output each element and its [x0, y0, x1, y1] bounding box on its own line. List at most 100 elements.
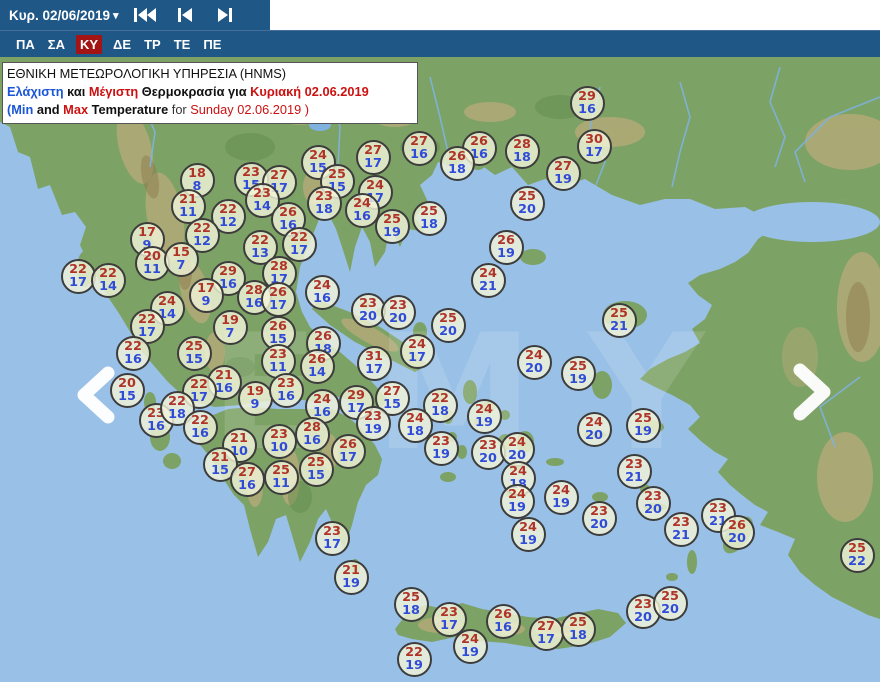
station-bubble: 25 18: [411, 200, 447, 236]
min-temp: 16: [410, 147, 428, 162]
station-bubble: 23 17: [314, 520, 350, 556]
min-temp: 20: [439, 324, 457, 339]
day-tab-ΠΑ[interactable]: ΠΑ: [14, 35, 37, 54]
station-bubble: 24 19: [499, 483, 535, 519]
days-bar: ΠΑ ΣΑ ΚΥ ΔΕ ΤΡ ΤΕ ΠΕ: [0, 30, 880, 57]
min-temp: 21: [479, 279, 497, 294]
day-tab-ΔΕ[interactable]: ΔΕ: [111, 35, 133, 54]
prev-day-arrow[interactable]: [74, 366, 118, 424]
station-bubble: 22 17: [281, 226, 317, 262]
min-temp: 12: [219, 215, 237, 230]
min-temp: 20: [585, 428, 603, 443]
min-temp: 20: [359, 309, 377, 324]
toolbar: Κυρ. 02/06/2019 ▾: [0, 0, 880, 31]
station-bubble: 28 16: [294, 416, 330, 452]
station-bubble: 23 21: [663, 511, 699, 547]
step-back-button[interactable]: [165, 2, 205, 28]
min-temp: 18: [315, 202, 333, 217]
min-temp: 20: [661, 602, 679, 617]
day-tab-ΣΑ[interactable]: ΣΑ: [46, 35, 67, 54]
min-temp: 16: [215, 381, 233, 396]
info-text-segment: Κυριακή 02.06.2019: [250, 84, 369, 99]
day-tab-ΠΕ[interactable]: ΠΕ: [201, 35, 223, 54]
station-bubble: 19 7: [212, 309, 248, 345]
min-temp: 19: [432, 447, 450, 462]
min-temp: 17: [339, 450, 357, 465]
min-temp: 17: [408, 350, 426, 365]
min-temp: 16: [191, 426, 209, 441]
min-temp: 22: [848, 554, 866, 569]
min-temp: 16: [313, 291, 331, 306]
station-bubble: 25 18: [560, 611, 596, 647]
min-temp: 18: [402, 603, 420, 618]
min-temp: 19: [364, 422, 382, 437]
station-bubble: 28 18: [504, 133, 540, 169]
min-temp: 21: [610, 319, 628, 334]
info-text-segment: Sunday 02.06.2019 ): [190, 102, 310, 117]
info-text-segment: Μέγιστη: [88, 84, 139, 99]
station-bubble: 30 17: [576, 128, 612, 164]
station-bubble: 2618: [439, 145, 475, 181]
date-dropdown-button[interactable]: Κυρ. 02/06/2019 ▾: [0, 0, 125, 30]
station-bubble: 24 21: [470, 262, 506, 298]
min-temp: 20: [389, 311, 407, 326]
toolbar-panel: Κυρ. 02/06/2019 ▾: [0, 0, 270, 31]
station-bubble: 24 20: [516, 344, 552, 380]
station-bubble: 26 17: [330, 433, 366, 469]
min-temp: 19: [552, 496, 570, 511]
min-temp: 18: [569, 628, 587, 643]
station-bubble: 24 19: [543, 479, 579, 515]
min-temp: 18: [448, 162, 466, 177]
station-bubble: 25 20: [509, 185, 545, 221]
skip-first-button[interactable]: [125, 2, 165, 28]
min-temp: 19: [405, 658, 423, 673]
station-bubble: 22 19: [396, 641, 432, 677]
min-temp: 16: [147, 419, 165, 434]
min-temp: 17: [440, 618, 458, 633]
min-temp: 20: [479, 451, 497, 466]
min-temp: 10: [270, 440, 288, 455]
min-temp: 17: [537, 632, 555, 647]
next-day-arrow[interactable]: [790, 363, 834, 421]
min-temp: 20: [728, 531, 746, 546]
station-bubble: 21 19: [333, 559, 369, 595]
station-bubble: 25 15: [176, 335, 212, 371]
info-text-segment: Temperature: [88, 102, 169, 117]
day-tab-ΤΡ[interactable]: ΤΡ: [142, 35, 163, 54]
min-temp: 21: [625, 470, 643, 485]
min-temp: 14: [308, 365, 326, 380]
title-english: (Min and Max Temperature for Sunday 02.0…: [7, 101, 412, 119]
min-temp: 17: [323, 537, 341, 552]
station-bubble: 26 14: [299, 348, 335, 384]
chevron-down-icon: ▾: [113, 9, 119, 22]
min-temp: 9: [250, 397, 260, 412]
station-bubble: 25 11: [263, 459, 299, 495]
info-text-segment: Ελάχιστη: [7, 84, 64, 99]
min-temp: 19: [461, 645, 479, 660]
station-bubble: 27 16: [401, 130, 437, 166]
station-bubble: 24 19: [466, 398, 502, 434]
step-forward-button[interactable]: [205, 2, 245, 28]
station-bubble: 29 16: [569, 85, 605, 121]
station-bubble: 24 16: [344, 192, 380, 228]
date-label: Κυρ. 02/06/2019: [9, 7, 111, 23]
min-temp: 20: [644, 502, 662, 517]
station-bubble: 26 19: [488, 229, 524, 265]
day-tab-ΤΕ[interactable]: ΤΕ: [172, 35, 193, 54]
min-temp: 15: [211, 463, 229, 478]
station-bubble: 25 19: [560, 355, 596, 391]
station-bubble: 22 14: [90, 262, 126, 298]
step-forward-icon: [217, 8, 232, 22]
min-temp: 11: [272, 476, 290, 491]
min-temp: 20: [634, 610, 652, 625]
min-temp: 17: [585, 145, 603, 160]
min-temp: 18: [168, 407, 186, 422]
day-tab-ΚΥ[interactable]: ΚΥ: [75, 34, 103, 54]
station-bubble: 23 18: [306, 185, 342, 221]
station-bubble: 23 21: [616, 453, 652, 489]
station-bubble: 25 19: [625, 407, 661, 443]
station-bubble: 23 20: [581, 500, 617, 536]
min-temp: 7: [176, 258, 186, 273]
station-bubble: 22 16: [115, 335, 151, 371]
info-text-segment: (Min: [7, 102, 34, 117]
